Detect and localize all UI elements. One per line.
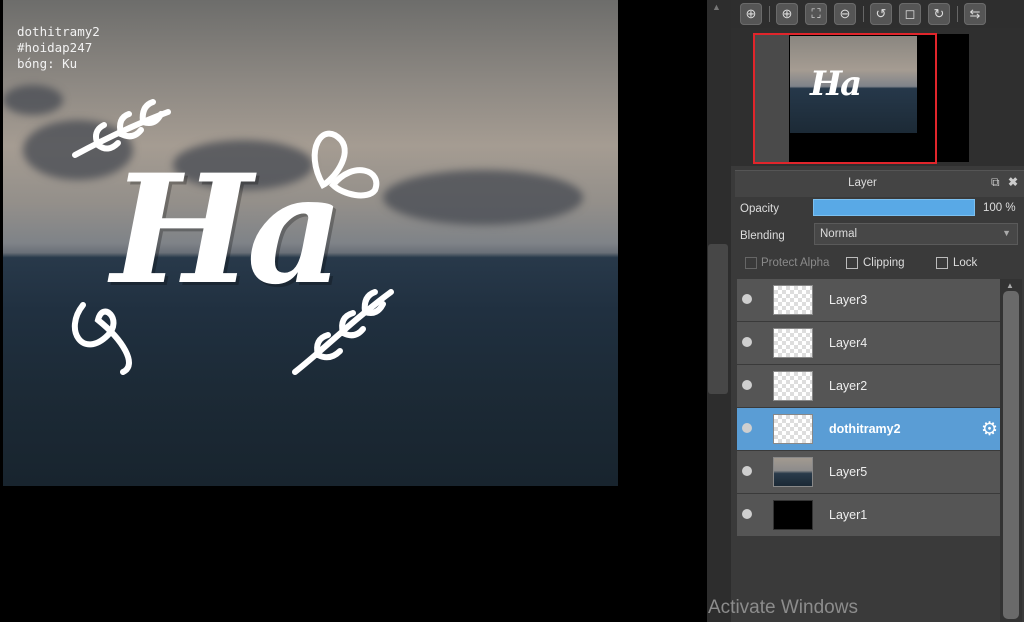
opacity-slider[interactable] xyxy=(813,199,975,216)
layer-list: Layer3 Layer4 Layer2 dothitramy2 ⚙ Layer… xyxy=(737,279,1000,622)
layer-row-layer2[interactable]: Layer2 xyxy=(737,365,1000,408)
layer-list-scrollbar[interactable]: ▲ xyxy=(1000,279,1022,622)
layer-name: Layer2 xyxy=(829,379,868,393)
popout-icon[interactable]: ⧉ xyxy=(991,175,1000,190)
layer-thumbnail xyxy=(773,414,813,444)
layer-name: Layer3 xyxy=(829,293,868,307)
navigator-viewport-frame[interactable] xyxy=(753,33,937,164)
blending-select[interactable]: Normal ▼ xyxy=(814,223,1018,245)
layer-list-scrollbar-thumb[interactable] xyxy=(1003,291,1019,619)
artwork-title-text: Ha xyxy=(111,142,344,318)
artwork-image[interactable]: dothitramy2 #hoidap247 bóng: Ku Ha xyxy=(3,0,618,486)
layer-name: Layer4 xyxy=(829,336,868,350)
layer-thumbnail xyxy=(773,457,813,487)
layer-row-dothitramy2[interactable]: dothitramy2 ⚙ xyxy=(737,408,1000,451)
close-icon[interactable]: ✖ xyxy=(1008,175,1018,189)
layer-thumbnail xyxy=(773,328,813,358)
lock-checkbox[interactable] xyxy=(936,257,948,269)
layer-name: Layer1 xyxy=(829,508,868,522)
opacity-label: Opacity xyxy=(740,203,779,215)
rotate-left-icon[interactable]: ↺ xyxy=(870,3,892,25)
clipping-label: Clipping xyxy=(863,257,905,269)
reset-view-icon[interactable]: ◻ xyxy=(899,3,921,25)
visibility-eye-icon[interactable] xyxy=(742,423,752,433)
zoom-fit-icon[interactable]: ⊕ xyxy=(740,3,762,25)
layer-row-layer4[interactable]: Layer4 xyxy=(737,322,1000,365)
layer-name: Layer5 xyxy=(829,465,868,479)
visibility-eye-icon[interactable] xyxy=(742,509,752,519)
visibility-eye-icon[interactable] xyxy=(742,466,752,476)
chevron-down-icon: ▼ xyxy=(1002,228,1011,238)
right-panel: ⊕ ⊕ ⛶ ⊖ ↺ ◻ ↻ ⇆ Ha Layer ⧉ ✖ Opacity 100… xyxy=(731,0,1024,622)
scroll-up-arrow-icon[interactable]: ▲ xyxy=(712,2,721,12)
protect-alpha-checkbox[interactable] xyxy=(745,257,757,269)
flip-horizontal-icon[interactable]: ⇆ xyxy=(964,3,986,25)
visibility-eye-icon[interactable] xyxy=(742,380,752,390)
activate-windows-watermark: Activate Windows xyxy=(708,597,858,618)
zoom-out-icon[interactable]: ⊖ xyxy=(834,3,856,25)
layer-panel-title: Layer xyxy=(848,177,877,189)
layer-thumbnail xyxy=(773,285,813,315)
navigator-toolbar: ⊕ ⊕ ⛶ ⊖ ↺ ◻ ↻ ⇆ xyxy=(731,0,1024,28)
gear-icon[interactable]: ⚙ xyxy=(981,418,998,441)
visibility-eye-icon[interactable] xyxy=(742,337,752,347)
toolbar-separator xyxy=(863,6,864,22)
blending-label: Blending xyxy=(740,230,785,242)
blending-value: Normal xyxy=(820,228,858,240)
lock-label: Lock xyxy=(953,257,978,269)
layer-row-layer3[interactable]: Layer3 xyxy=(737,279,1000,322)
canvas-area[interactable]: dothitramy2 #hoidap247 bóng: Ku Ha xyxy=(0,0,707,622)
rotate-right-icon[interactable]: ↻ xyxy=(928,3,950,25)
toolbar-separator xyxy=(957,6,958,22)
layer-panel-header: Layer ⧉ ✖ xyxy=(735,170,1024,197)
toolbar-separator xyxy=(769,6,770,22)
layer-row-layer5[interactable]: Layer5 xyxy=(737,451,1000,494)
layer-name: dothitramy2 xyxy=(829,422,901,436)
scroll-up-arrow-icon[interactable]: ▲ xyxy=(1006,281,1014,290)
layer-thumbnail xyxy=(773,371,813,401)
canvas-scrollbar-thumb[interactable] xyxy=(708,244,728,394)
visibility-eye-icon[interactable] xyxy=(742,294,752,304)
clipping-checkbox[interactable] xyxy=(846,257,858,269)
opacity-value: 100 % xyxy=(983,202,1016,214)
navigator-panel[interactable]: Ha xyxy=(731,28,1024,166)
zoom-in-icon[interactable]: ⊕ xyxy=(776,3,798,25)
layer-row-layer1[interactable]: Layer1 xyxy=(737,494,1000,537)
layer-thumbnail xyxy=(773,500,813,530)
fit-window-icon[interactable]: ⛶ xyxy=(805,3,827,25)
protect-alpha-label: Protect Alpha xyxy=(761,257,830,269)
